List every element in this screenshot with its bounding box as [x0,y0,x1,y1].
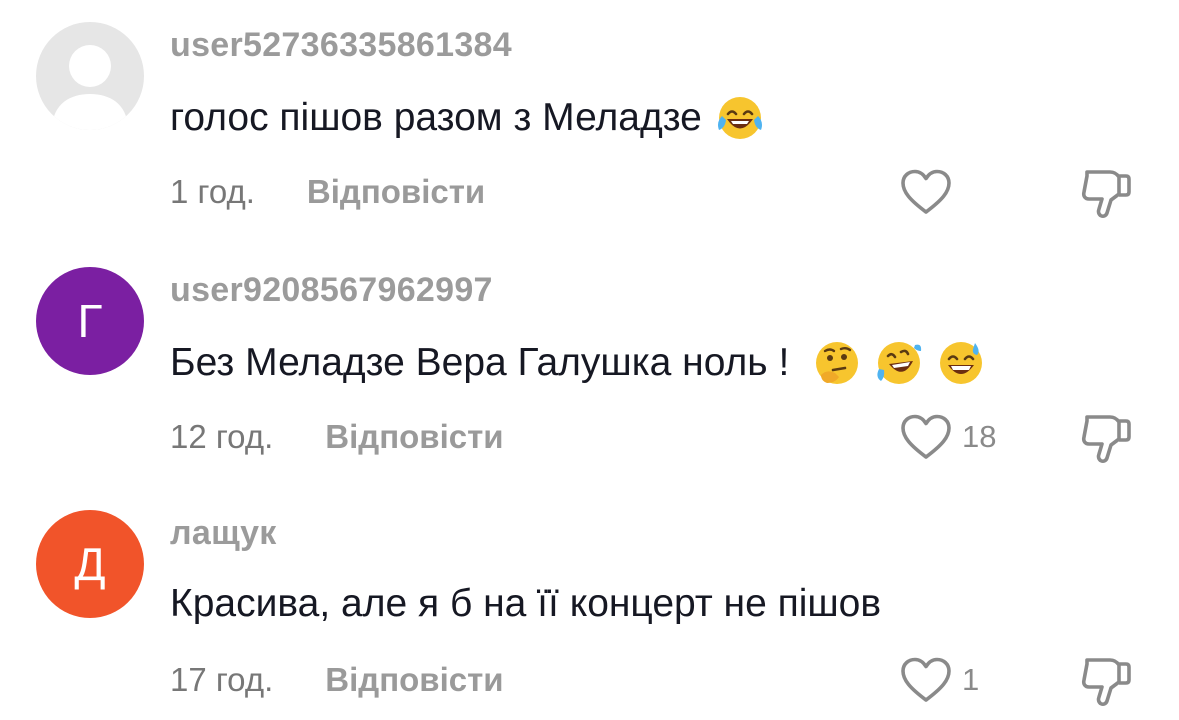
comment-username[interactable]: лащук [170,514,277,553]
avatar[interactable]: Г [36,267,144,375]
default-avatar-icon [52,45,128,130]
reply-button[interactable]: Відповісти [325,661,503,699]
comment-meta: 12 год. Відповісти [170,413,504,461]
dislike-button[interactable] [1078,164,1134,220]
comment-text: голос пішов разом з Меладзе [170,94,764,142]
comment-meta: 17 год. Відповісти [170,656,504,704]
thumbs-down-outline-icon [1081,415,1131,463]
like-button[interactable]: 1 [900,654,979,706]
comment-text-body: Красива, але я б на її концерт не пішов [170,582,882,625]
like-count: 1 [962,662,980,697]
like-count: 18 [962,419,997,454]
comment-text: Красива, але я б на її концерт не пішов [170,582,881,626]
reply-button[interactable]: Відповісти [307,173,485,211]
avatar-initial: Д [74,538,106,590]
like-button[interactable] [900,166,962,218]
heart-outline-icon [901,169,951,214]
avatar[interactable]: Д [36,510,144,618]
comment-meta: 1 год. Відповісти [170,168,485,216]
thinking-face-icon [813,339,861,387]
thumbs-down-outline-icon [1081,170,1131,218]
comment-time: 1 год. [170,173,255,210]
dislike-button[interactable] [1078,409,1134,465]
comment-text-body: Без Меладзе Вера Галушка ноль ! [170,341,790,384]
heart-outline-icon [901,414,951,459]
comment-time: 17 год. [170,661,274,698]
comment-text: Без Меладзе Вера Галушка ноль ! [170,339,985,387]
face-with-tears-of-joy-icon [716,94,764,142]
heart-outline-icon [901,657,951,702]
comment-list: user52736335861384 голос пішов разом з М… [0,0,1179,720]
reply-button[interactable]: Відповісти [325,418,503,456]
avatar[interactable] [36,22,144,130]
like-button[interactable]: 18 [900,411,996,463]
comment-text-body: голос пішов разом з Меладзе [170,96,702,139]
grinning-face-with-sweat-icon [937,339,985,387]
thumbs-down-outline-icon [1081,658,1131,706]
comment-time: 12 год. [170,418,274,455]
avatar-initial: Г [77,295,103,347]
comment-username[interactable]: user9208567962997 [170,271,493,310]
dislike-button[interactable] [1078,652,1134,708]
rolling-on-floor-laughing-icon [875,339,923,387]
comment-username[interactable]: user52736335861384 [170,26,512,65]
